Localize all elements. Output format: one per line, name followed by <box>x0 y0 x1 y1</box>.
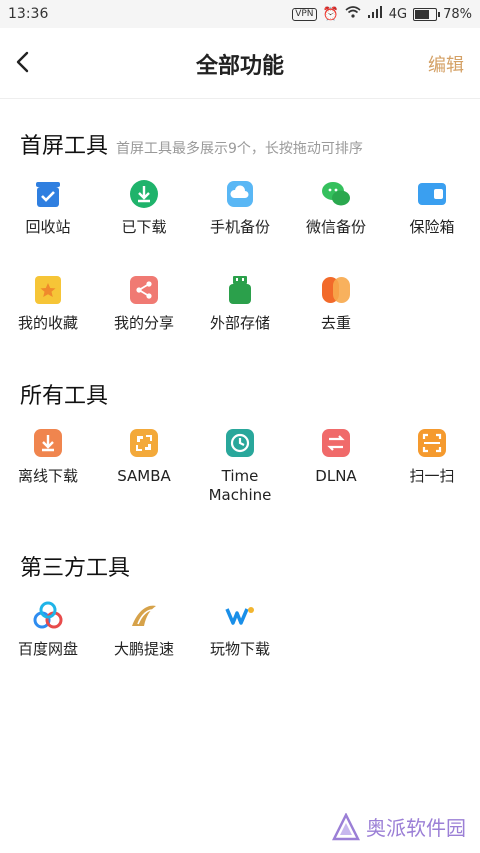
tool-item-share[interactable]: 我的分享 <box>96 274 192 333</box>
page-title: 全部功能 <box>195 54 284 79</box>
status-time: 13:36 <box>8 6 49 22</box>
tool-item-dedupe[interactable]: 去重 <box>288 274 384 333</box>
tool-label: 大鹏提速 <box>113 640 174 658</box>
samba-icon <box>128 427 160 459</box>
signal-icon <box>367 6 383 22</box>
vpn-indicator: VPN <box>292 7 317 21</box>
tool-item-dlna[interactable]: DLNA <box>288 427 384 486</box>
tool-label: 已下载 <box>121 218 167 236</box>
section-home-tools: 首屏工具 首屏工具最多展示9个，长按拖动可排序 <box>20 128 363 160</box>
section-third-party: 第三方工具 <box>20 550 130 582</box>
tool-item-safe-box[interactable]: 保险箱 <box>384 178 480 237</box>
scan-icon <box>416 427 448 459</box>
usb-storage-icon <box>224 274 256 306</box>
tool-item-dapeng-speed[interactable]: 大鹏提速 <box>96 600 192 659</box>
tool-label: 保险箱 <box>409 218 455 236</box>
tool-label: Time Machine <box>208 467 272 504</box>
watermark-logo <box>332 812 360 840</box>
tool-label: 微信备份 <box>305 218 366 236</box>
offline-download-icon <box>32 427 64 459</box>
tool-label: 扫一扫 <box>409 467 455 485</box>
network-type: 4G <box>388 6 408 22</box>
alarm-icon: ⏰ <box>322 6 339 22</box>
wifi-icon <box>345 6 361 22</box>
share-icon <box>128 274 160 306</box>
dlna-icon <box>320 427 352 459</box>
downloaded-icon <box>128 178 160 210</box>
baidu-netdisk-icon <box>32 600 64 632</box>
tool-label: 我的收藏 <box>17 314 78 332</box>
watermark: 奥派软件园 <box>332 812 466 841</box>
safe-box-icon <box>416 178 448 210</box>
edit-button[interactable]: 编辑 <box>428 51 464 77</box>
battery-icon <box>413 7 441 21</box>
tool-item-recycle-bin[interactable]: 回收站 <box>0 178 96 237</box>
tool-item-usb-storage[interactable]: 外部存储 <box>192 274 288 333</box>
phone-backup-icon <box>224 178 256 210</box>
time-machine-icon <box>224 427 256 459</box>
tool-label: 回收站 <box>25 218 71 236</box>
section-title-third: 第三方工具 <box>20 556 131 581</box>
tool-item-wechat-backup[interactable]: 微信备份 <box>288 178 384 237</box>
header: 全部功能 编辑 <box>0 28 480 99</box>
tool-item-baidu-netdisk[interactable]: 百度网盘 <box>0 600 96 659</box>
tool-item-wanwu-download[interactable]: 玩物下载 <box>192 600 288 659</box>
tool-label: DLNA <box>315 467 357 485</box>
tool-label: 玩物下载 <box>209 640 270 658</box>
dedupe-icon <box>320 274 352 306</box>
watermark-text: 奥派软件园 <box>366 816 466 840</box>
recycle-bin-icon <box>32 178 64 210</box>
section-all-tools: 所有工具 <box>20 378 108 410</box>
section-subtitle-home: 首屏工具最多展示9个，长按拖动可排序 <box>116 141 363 157</box>
tool-item-downloaded[interactable]: 已下载 <box>96 178 192 237</box>
tool-label: 百度网盘 <box>17 640 78 658</box>
tool-item-favorites[interactable]: 我的收藏 <box>0 274 96 333</box>
section-title-home: 首屏工具 <box>20 134 109 159</box>
battery-percent: 78% <box>443 6 472 22</box>
tool-item-offline-download[interactable]: 离线下载 <box>0 427 96 486</box>
tool-label: 手机备份 <box>209 218 270 236</box>
tool-label: SAMBA <box>117 467 171 485</box>
dapeng-speed-icon <box>128 600 160 632</box>
wechat-backup-icon <box>320 178 352 210</box>
tool-item-time-machine[interactable]: Time Machine <box>192 427 288 505</box>
tool-label: 离线下载 <box>17 467 78 485</box>
favorites-icon <box>32 274 64 306</box>
tool-item-samba[interactable]: SAMBA <box>96 427 192 486</box>
tool-label: 外部存储 <box>209 314 270 332</box>
wanwu-download-icon <box>224 600 256 632</box>
tool-label: 我的分享 <box>113 314 174 332</box>
status-bar: 13:36 VPN ⏰ 4G 78% <box>0 0 480 28</box>
tool-label: 去重 <box>320 314 351 332</box>
tool-item-scan[interactable]: 扫一扫 <box>384 427 480 486</box>
tool-item-phone-backup[interactable]: 手机备份 <box>192 178 288 237</box>
section-title-all: 所有工具 <box>20 384 109 409</box>
